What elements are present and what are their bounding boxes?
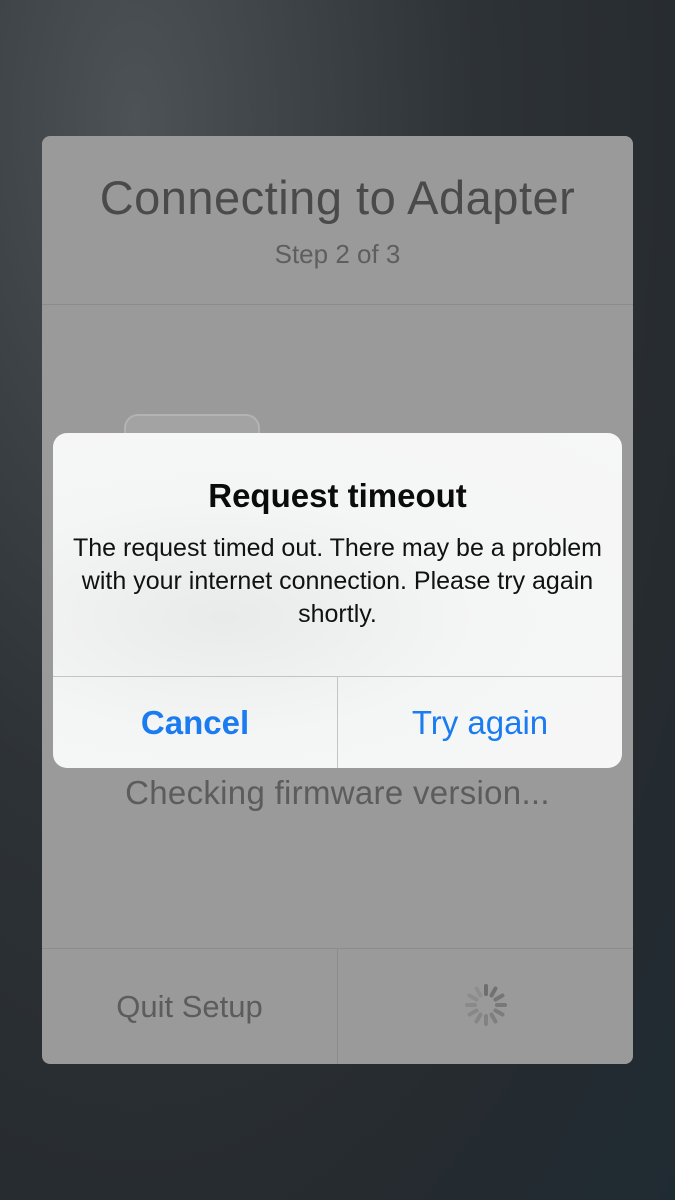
page-title: Connecting to Adapter (99, 171, 576, 224)
setup-footer: Quit Setup (42, 948, 633, 1064)
next-button-loading (338, 949, 633, 1064)
alert-title: Request timeout (208, 477, 467, 514)
setup-header: Connecting to Adapter Step 2 of 3 (42, 136, 633, 305)
status-text: Checking firmware version... (125, 774, 550, 811)
try-again-button[interactable]: Try again (338, 677, 622, 768)
activity-spinner-icon (463, 982, 509, 1033)
step-indicator: Step 2 of 3 (274, 239, 401, 269)
quit-setup-button[interactable]: Quit Setup (42, 949, 338, 1064)
alert-message: The request timed out. There may be a pr… (73, 534, 602, 628)
alert-button-row: Cancel Try again (53, 676, 622, 768)
cancel-button[interactable]: Cancel (53, 677, 338, 768)
alert-dialog: Request timeout The request timed out. T… (53, 433, 622, 768)
